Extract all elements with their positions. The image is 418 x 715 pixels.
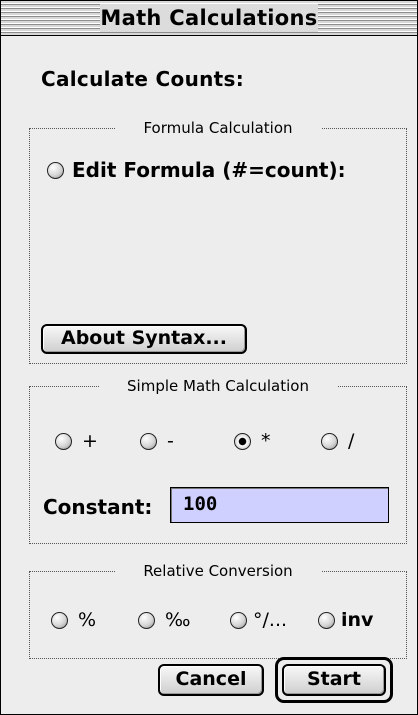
about-syntax-button[interactable]: About Syntax... bbox=[41, 324, 247, 354]
relative-custom-radio[interactable] bbox=[230, 611, 247, 629]
edit-formula-option[interactable]: Edit Formula (#=count): bbox=[47, 158, 346, 182]
window-title: Math Calculations bbox=[100, 4, 318, 32]
operator-divide-option[interactable]: / bbox=[321, 430, 354, 452]
simple-math-calculation-legend: Simple Math Calculation bbox=[99, 377, 337, 395]
simple-math-calculation-group: Simple Math Calculation + - * / Constant… bbox=[29, 377, 407, 544]
formula-calculation-group: Formula Calculation Edit Formula (#=coun… bbox=[29, 119, 407, 364]
relative-custom-option[interactable]: °/... bbox=[230, 609, 287, 631]
operator-plus-radio[interactable] bbox=[55, 432, 72, 450]
math-calculations-dialog: Math Calculations Calculate Counts: Form… bbox=[0, 0, 418, 715]
relative-percent-radio[interactable] bbox=[51, 611, 68, 629]
edit-formula-radio[interactable] bbox=[47, 161, 64, 179]
operator-multiply-option[interactable]: * bbox=[234, 430, 271, 452]
operator-divide-label: / bbox=[348, 430, 355, 452]
relative-inverse-option[interactable]: inv bbox=[318, 609, 373, 631]
relative-percent-option[interactable]: % bbox=[51, 609, 96, 631]
cancel-button[interactable]: Cancel bbox=[158, 664, 264, 696]
relative-permille-radio[interactable] bbox=[138, 611, 155, 629]
start-button-default-ring[interactable]: Start bbox=[275, 657, 393, 703]
title-bar[interactable]: Math Calculations bbox=[1, 1, 417, 36]
operator-plus-label: + bbox=[82, 430, 98, 452]
relative-conversion-group: Relative Conversion % ‰ °/... inv bbox=[29, 562, 407, 659]
relative-permille-option[interactable]: ‰ bbox=[138, 609, 191, 631]
relative-permille-label: ‰ bbox=[165, 609, 191, 631]
calculate-counts-heading: Calculate Counts: bbox=[41, 67, 245, 91]
start-button[interactable]: Start bbox=[282, 664, 386, 696]
relative-percent-label: % bbox=[78, 609, 97, 631]
operator-divide-radio[interactable] bbox=[321, 432, 338, 450]
relative-conversion-legend: Relative Conversion bbox=[115, 562, 321, 580]
operator-multiply-radio[interactable] bbox=[234, 432, 251, 450]
operator-minus-label: - bbox=[167, 430, 174, 452]
formula-calculation-legend: Formula Calculation bbox=[115, 119, 321, 137]
relative-inverse-radio[interactable] bbox=[318, 611, 335, 629]
operator-plus-option[interactable]: + bbox=[55, 430, 98, 452]
operator-minus-radio[interactable] bbox=[140, 432, 157, 450]
relative-custom-label: °/... bbox=[253, 609, 288, 631]
relative-inverse-label: inv bbox=[341, 609, 374, 631]
operator-minus-option[interactable]: - bbox=[140, 430, 174, 452]
edit-formula-label: Edit Formula (#=count): bbox=[72, 158, 346, 182]
constant-label: Constant: bbox=[43, 495, 153, 519]
operator-multiply-label: * bbox=[261, 430, 271, 452]
constant-input[interactable]: 100 bbox=[170, 487, 389, 523]
